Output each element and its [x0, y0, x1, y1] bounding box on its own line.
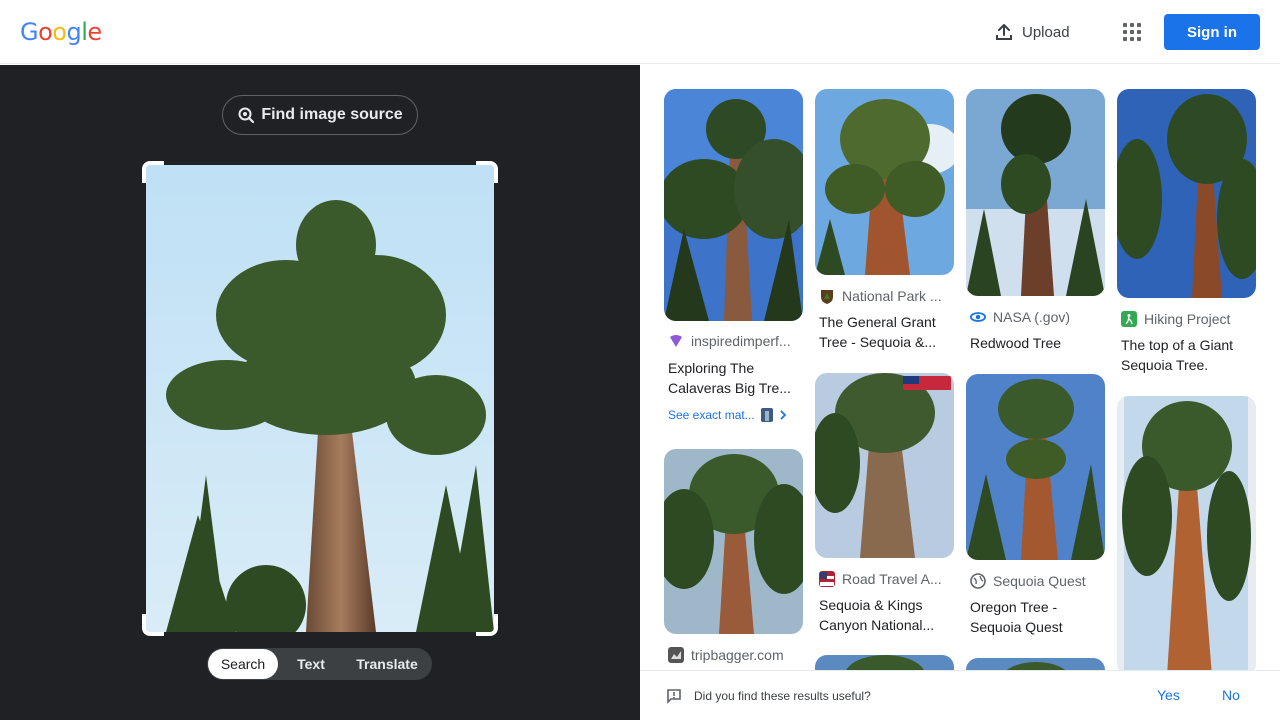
- feedback-question: Did you find these results useful?: [694, 689, 871, 703]
- source-name: National Park ...: [842, 288, 942, 304]
- result-thumbnail[interactable]: [966, 374, 1105, 560]
- result-source[interactable]: NASA (.gov): [970, 309, 1105, 325]
- feedback-yes-button[interactable]: Yes: [1157, 687, 1180, 703]
- result-title[interactable]: The top of a Giant Sequoia Tree.: [1121, 335, 1251, 375]
- logo-letter: o: [52, 18, 67, 46]
- result-source[interactable]: Sequoia Quest: [970, 573, 1105, 589]
- result-thumbnail[interactable]: [815, 655, 954, 670]
- source-name: Sequoia Quest: [993, 573, 1086, 589]
- query-image: [146, 165, 494, 632]
- crop-handle-top-right[interactable]: [476, 161, 498, 183]
- result-title[interactable]: The General Grant Tree - Sequoia &...: [819, 312, 949, 352]
- find-source-label: Find image source: [261, 106, 403, 123]
- result-thumbnail[interactable]: [966, 89, 1105, 296]
- exact-matches-label: See exact mat...: [668, 408, 755, 422]
- source-favicon-icon: [1121, 311, 1137, 327]
- result-source[interactable]: Road Travel A...: [819, 571, 954, 587]
- result-source[interactable]: National Park ...: [819, 288, 954, 304]
- result-title[interactable]: Sequoia & Kings Canyon National...: [819, 595, 949, 635]
- logo-letter: o: [38, 18, 53, 46]
- source-name: NASA (.gov): [993, 309, 1071, 325]
- logo-letter: g: [66, 18, 82, 46]
- upload-label: Upload: [1022, 23, 1070, 41]
- source-name: Road Travel A...: [842, 571, 942, 587]
- tab-translate[interactable]: Translate: [344, 649, 430, 679]
- source-favicon-icon: [819, 288, 835, 304]
- source-favicon-icon: [668, 647, 684, 663]
- feedback-bar: Did you find these results useful? Yes N…: [640, 670, 1280, 720]
- apps-grid-icon: [1123, 23, 1141, 41]
- feedback-icon: [667, 689, 681, 704]
- crop-handle-top-left[interactable]: [142, 161, 164, 183]
- result-thumbnail[interactable]: [966, 658, 1105, 670]
- result-thumbnail[interactable]: [664, 89, 803, 321]
- exact-match-thumb-icon: [760, 408, 773, 422]
- see-exact-matches-link[interactable]: See exact mat...: [668, 408, 787, 422]
- top-bar: Google Upload Sign in: [0, 0, 1280, 64]
- lens-search-icon: [238, 107, 255, 124]
- source-favicon-icon: [819, 571, 835, 587]
- result-source[interactable]: Hiking Project: [1121, 311, 1256, 327]
- source-name: Hiking Project: [1144, 311, 1231, 327]
- result-title[interactable]: Redwood Tree: [970, 333, 1100, 353]
- crop-handle-bottom-right[interactable]: [476, 614, 498, 636]
- result-title[interactable]: Exploring The Calaveras Big Tre...: [668, 358, 798, 398]
- result-thumbnail[interactable]: [1117, 396, 1256, 670]
- result-thumbnail[interactable]: [664, 449, 803, 634]
- upload-icon: [996, 24, 1012, 40]
- result-thumbnail[interactable]: [1117, 89, 1256, 298]
- source-favicon-icon: [668, 333, 684, 349]
- source-favicon-icon: [970, 309, 986, 325]
- google-apps-button[interactable]: [1114, 14, 1150, 50]
- lens-image-panel: Find image source Search Text Translate: [0, 65, 640, 720]
- tab-search[interactable]: Search: [208, 649, 278, 679]
- feedback-no-button[interactable]: No: [1222, 687, 1240, 703]
- image-crop-area[interactable]: [142, 161, 498, 636]
- logo-letter: e: [87, 18, 102, 46]
- logo-letter: G: [20, 18, 39, 46]
- chevron-right-icon: [780, 410, 786, 420]
- upload-button[interactable]: Upload: [984, 14, 1080, 50]
- tab-text[interactable]: Text: [278, 649, 344, 679]
- visual-matches-panel: inspiredimperf... Exploring The Calavera…: [640, 65, 1280, 670]
- lens-mode-tabs: Search Text Translate: [207, 648, 432, 680]
- result-source[interactable]: tripbagger.com: [668, 647, 803, 663]
- find-image-source-button[interactable]: Find image source: [222, 95, 418, 135]
- crop-handle-bottom-left[interactable]: [142, 614, 164, 636]
- google-logo[interactable]: Google: [20, 18, 102, 46]
- result-thumbnail[interactable]: [815, 89, 954, 275]
- result-thumbnail[interactable]: [815, 373, 954, 558]
- result-title[interactable]: Oregon Tree - Sequoia Quest: [970, 597, 1100, 637]
- result-source[interactable]: inspiredimperf...: [668, 333, 803, 349]
- source-name: tripbagger.com: [691, 647, 784, 663]
- source-name: inspiredimperf...: [691, 333, 791, 349]
- globe-icon: [970, 573, 986, 589]
- sign-in-button[interactable]: Sign in: [1164, 14, 1260, 50]
